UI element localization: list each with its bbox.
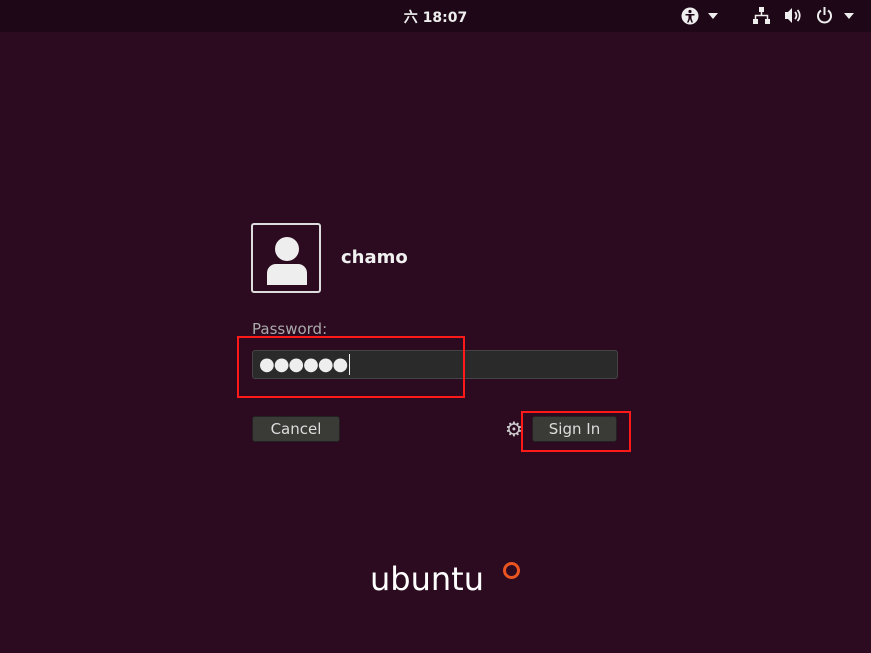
cancel-button[interactable]: Cancel — [252, 416, 340, 442]
user-icon — [267, 237, 307, 285]
ubuntu-logo: ubuntu — [370, 560, 484, 598]
logo-text: ubuntu — [370, 560, 484, 598]
top-bar: 六 18:07 — [0, 0, 871, 32]
circle-of-friends-icon — [503, 562, 520, 579]
username: chamo — [341, 247, 408, 268]
highlight-box-password — [237, 336, 465, 398]
highlight-box-sign-in — [521, 411, 631, 452]
avatar — [251, 223, 321, 293]
volume-icon[interactable] — [784, 7, 803, 24]
network-icon[interactable] — [753, 7, 770, 24]
power-icon[interactable] — [816, 6, 833, 24]
clock[interactable]: 六 18:07 — [0, 7, 871, 27]
accessibility-menu-arrow-icon[interactable] — [708, 13, 718, 19]
accessibility-icon[interactable] — [681, 7, 699, 25]
system-menu-arrow-icon[interactable] — [844, 13, 854, 19]
